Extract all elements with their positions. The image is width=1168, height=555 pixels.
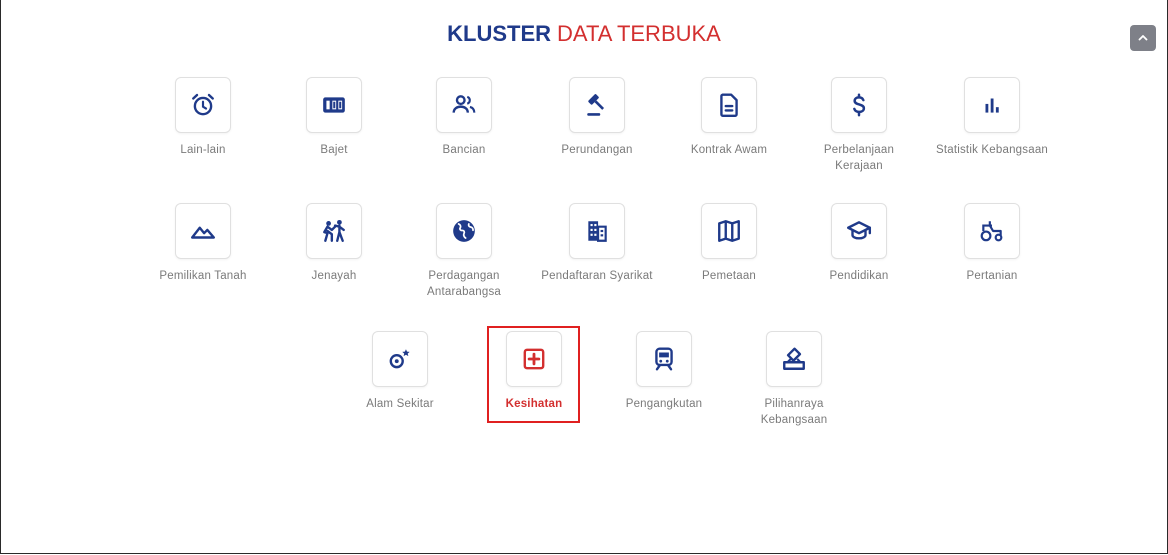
tile-icon-box xyxy=(831,203,887,259)
tile-label: Alam Sekitar xyxy=(366,398,434,410)
cluster-tile-pendaftaran-syarikat[interactable]: Pendaftaran Syarikat xyxy=(537,203,657,284)
tractor-icon xyxy=(980,221,1003,242)
tile-label: Perbelanjaan Kerajaan xyxy=(823,144,895,172)
graduation-cap-icon xyxy=(846,221,872,240)
environment-icon xyxy=(389,349,410,369)
cluster-tile-kontrak-awam[interactable]: Kontrak Awam xyxy=(669,77,789,158)
gavel-icon xyxy=(587,94,605,116)
tile-icon-box xyxy=(831,77,887,133)
cluster-tile-lain-lain[interactable]: Lain-lain xyxy=(143,77,263,158)
tile-label: Pilihanraya Kebangsaan xyxy=(760,398,828,426)
cluster-tile-pendidikan[interactable]: Pendidikan xyxy=(799,203,919,284)
tile-label: Perundangan xyxy=(561,144,633,156)
cluster-tile-perbelanjaan-kerajaan[interactable]: Perbelanjaan Kerajaan xyxy=(799,77,919,174)
tile-icon-box xyxy=(436,203,492,259)
tile-icon-box xyxy=(636,331,692,387)
cluster-tile-pengangkutan[interactable]: Pengangkutan xyxy=(604,331,724,412)
tile-icon-box xyxy=(569,203,625,259)
globe-icon xyxy=(453,220,475,242)
cluster-tile-statistik-kebangsaan[interactable]: Statistik Kebangsaan xyxy=(932,77,1052,158)
cluster-tile-jenayah[interactable]: Jenayah xyxy=(274,203,394,284)
tile-label: Pengangkutan xyxy=(625,398,703,410)
document-icon xyxy=(720,93,738,118)
budget-counter-icon xyxy=(323,97,345,113)
tile-icon-box xyxy=(964,203,1020,259)
chevron-up-icon xyxy=(1138,35,1148,41)
title-primary: KLUSTER xyxy=(447,21,552,46)
landscape-icon xyxy=(190,226,216,239)
tile-icon-box xyxy=(964,77,1020,133)
tile-icon-box xyxy=(175,203,231,259)
building-icon xyxy=(588,221,607,242)
tile-label: Perdagangan Antarabangsa xyxy=(426,270,501,298)
tile-icon-box xyxy=(436,77,492,133)
scroll-to-top-button[interactable] xyxy=(1130,25,1156,51)
tile-label: Statistik Kebangsaan xyxy=(935,144,1049,156)
tile-icon-box xyxy=(175,77,231,133)
tile-icon-box xyxy=(701,77,757,133)
dollar-icon xyxy=(853,93,866,117)
cluster-tile-pemetaan[interactable]: Pemetaan xyxy=(669,203,789,284)
page-title: KLUSTER DATA TERBUKA xyxy=(0,20,1168,48)
cluster-tile-bajet[interactable]: Bajet xyxy=(274,77,394,158)
tile-label: Lain-lain xyxy=(180,144,226,156)
tile-icon-box xyxy=(766,331,822,387)
cluster-tile-alam-sekitar[interactable]: Alam Sekitar xyxy=(340,331,460,412)
tile-label: Kontrak Awam xyxy=(690,144,768,156)
train-icon xyxy=(655,347,673,371)
title-secondary: DATA TERBUKA xyxy=(557,21,721,46)
tile-label: Jenayah xyxy=(311,270,357,282)
tile-label: Pendidikan xyxy=(829,270,889,282)
cluster-tile-pemilikan-tanah[interactable]: Pemilikan Tanah xyxy=(143,203,263,284)
ballot-box-icon xyxy=(783,347,805,370)
tile-label: Bajet xyxy=(320,144,348,156)
tile-icon-box xyxy=(306,203,362,259)
tile-label: Pemetaan xyxy=(701,270,757,282)
tile-icon-box xyxy=(306,77,362,133)
bar-chart-icon xyxy=(985,98,999,113)
people-icon xyxy=(452,95,476,113)
tile-icon-box xyxy=(569,77,625,133)
tile-label: Bancian xyxy=(442,144,486,156)
tile-label: Pemilikan Tanah xyxy=(159,270,247,282)
tile-icon-box xyxy=(701,203,757,259)
tile-icon-box xyxy=(372,331,428,387)
cluster-tile-perdagangan-antarabangsa[interactable]: Perdagangan Antarabangsa xyxy=(404,203,524,300)
cluster-tile-perundangan[interactable]: Perundangan xyxy=(537,77,657,158)
alarm-clock-icon xyxy=(192,93,214,116)
cluster-tile-pertanian[interactable]: Pertanian xyxy=(932,203,1052,284)
fight-icon xyxy=(323,219,345,242)
tile-label: Pendaftaran Syarikat xyxy=(541,270,653,282)
tile-label: Pertanian xyxy=(966,270,1018,282)
cluster-tile-pilihanraya-kebangsaan[interactable]: Pilihanraya Kebangsaan xyxy=(734,331,854,428)
selection-highlight xyxy=(487,326,580,423)
map-icon xyxy=(718,220,740,242)
cluster-tile-bancian[interactable]: Bancian xyxy=(404,77,524,158)
